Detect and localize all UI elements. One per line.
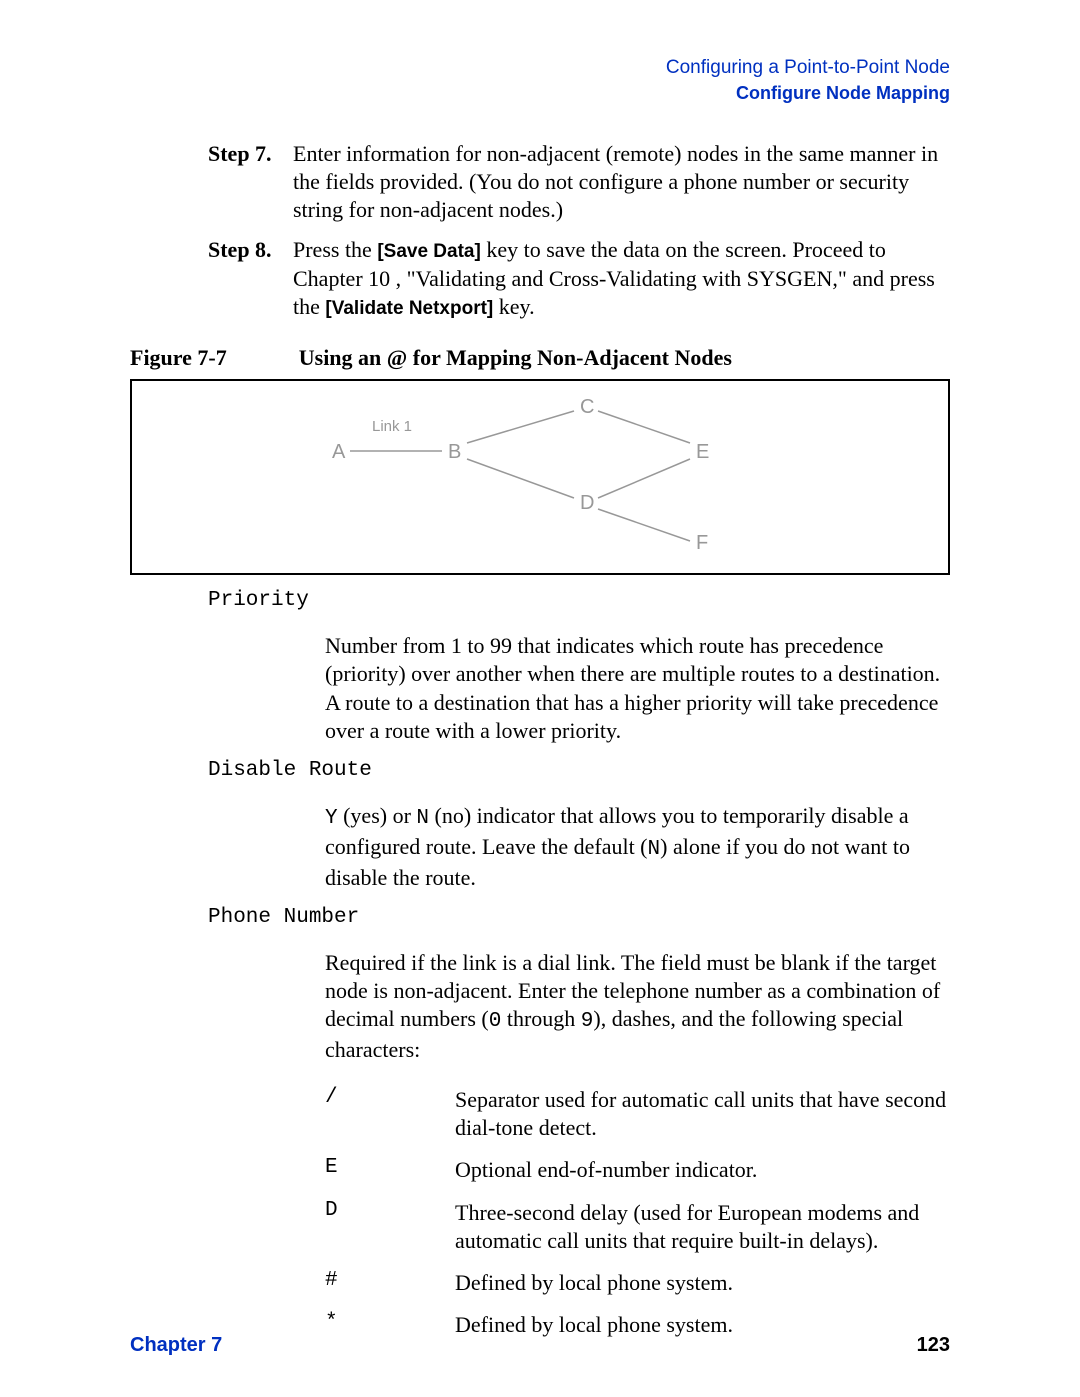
def-priority: Number from 1 to 99 that indicates which… [325,632,950,745]
char-desc: Three-second delay (used for European mo… [455,1199,950,1255]
def-phone-number: Required if the link is a dial link. The… [325,949,950,1064]
step-8: Step 8. Press the [Save Data] key to sav… [208,236,950,321]
text: through [501,1006,580,1031]
term-disable-route: Disable Route [208,759,950,782]
char-symbol: / [325,1086,455,1142]
figure-number: Figure 7-7 [130,345,227,370]
char-desc: Defined by local phone system. [455,1269,950,1297]
page-header: Configuring a Point-to-Point Node Config… [130,55,950,105]
special-characters-table: / Separator used for automatic call unit… [325,1086,950,1339]
char-symbol: # [325,1269,455,1297]
char-symbol: E [325,1156,455,1184]
diagram-svg: A B C D E F Link 1 [132,381,948,573]
step-text: Enter information for non-adjacent (remo… [293,141,938,222]
main-content: Step 7. Enter information for non-adjace… [208,140,950,321]
node-f-label: F [696,532,709,554]
node-c-label: C [580,396,595,418]
page-footer: Chapter 7 123 [130,1334,950,1357]
node-a-label: A [332,441,346,463]
table-row: D Three-second delay (used for European … [325,1199,950,1255]
key-save-data: [Save Data] [377,241,481,262]
chapter-label: Chapter 7 [130,1334,222,1357]
table-row: / Separator used for automatic call unit… [325,1086,950,1142]
figure-diagram: A B C D E F Link 1 [130,379,950,575]
figure-label: Figure 7-7 Using an @ for Mapping Non-Adj… [130,345,950,371]
table-row: E Optional end-of-number indicator. [325,1156,950,1184]
mono-n2: N [648,838,661,861]
term-phone-number: Phone Number [208,906,950,929]
step-marker: Step 7. [208,140,293,224]
step-marker: Step 8. [208,236,293,321]
page-number: 123 [917,1334,950,1357]
link-1-label: Link 1 [372,418,412,435]
page: Configuring a Point-to-Point Node Config… [0,0,1080,1397]
header-line-2: Configure Node Mapping [130,81,950,105]
node-b-label: B [448,441,462,463]
figure-caption: Using an @ for Mapping Non-Adjacent Node… [299,345,732,370]
node-d-label: D [580,492,595,514]
mono-n: N [416,807,429,830]
node-e-label: E [696,441,710,463]
step-body: Press the [Save Data] key to save the da… [293,236,950,321]
text: (yes) or [338,803,417,828]
table-row: # Defined by local phone system. [325,1269,950,1297]
step-text: Press the [293,237,377,262]
char-symbol: D [325,1199,455,1255]
key-validate-netxport: [Validate Netxport] [325,298,493,319]
header-line-1: Configuring a Point-to-Point Node [130,55,950,81]
step-7: Step 7. Enter information for non-adjace… [208,140,950,224]
mono-y: Y [325,807,338,830]
char-desc: Separator used for automatic call units … [455,1086,950,1142]
step-text: key. [493,294,534,319]
mono-0: 0 [489,1010,502,1033]
mono-9: 9 [581,1010,594,1033]
def-disable-route: Y (yes) or N (no) indicator that allows … [325,802,950,892]
term-priority: Priority [208,589,950,612]
step-body: Enter information for non-adjacent (remo… [293,140,950,224]
char-desc: Optional end-of-number indicator. [455,1156,950,1184]
